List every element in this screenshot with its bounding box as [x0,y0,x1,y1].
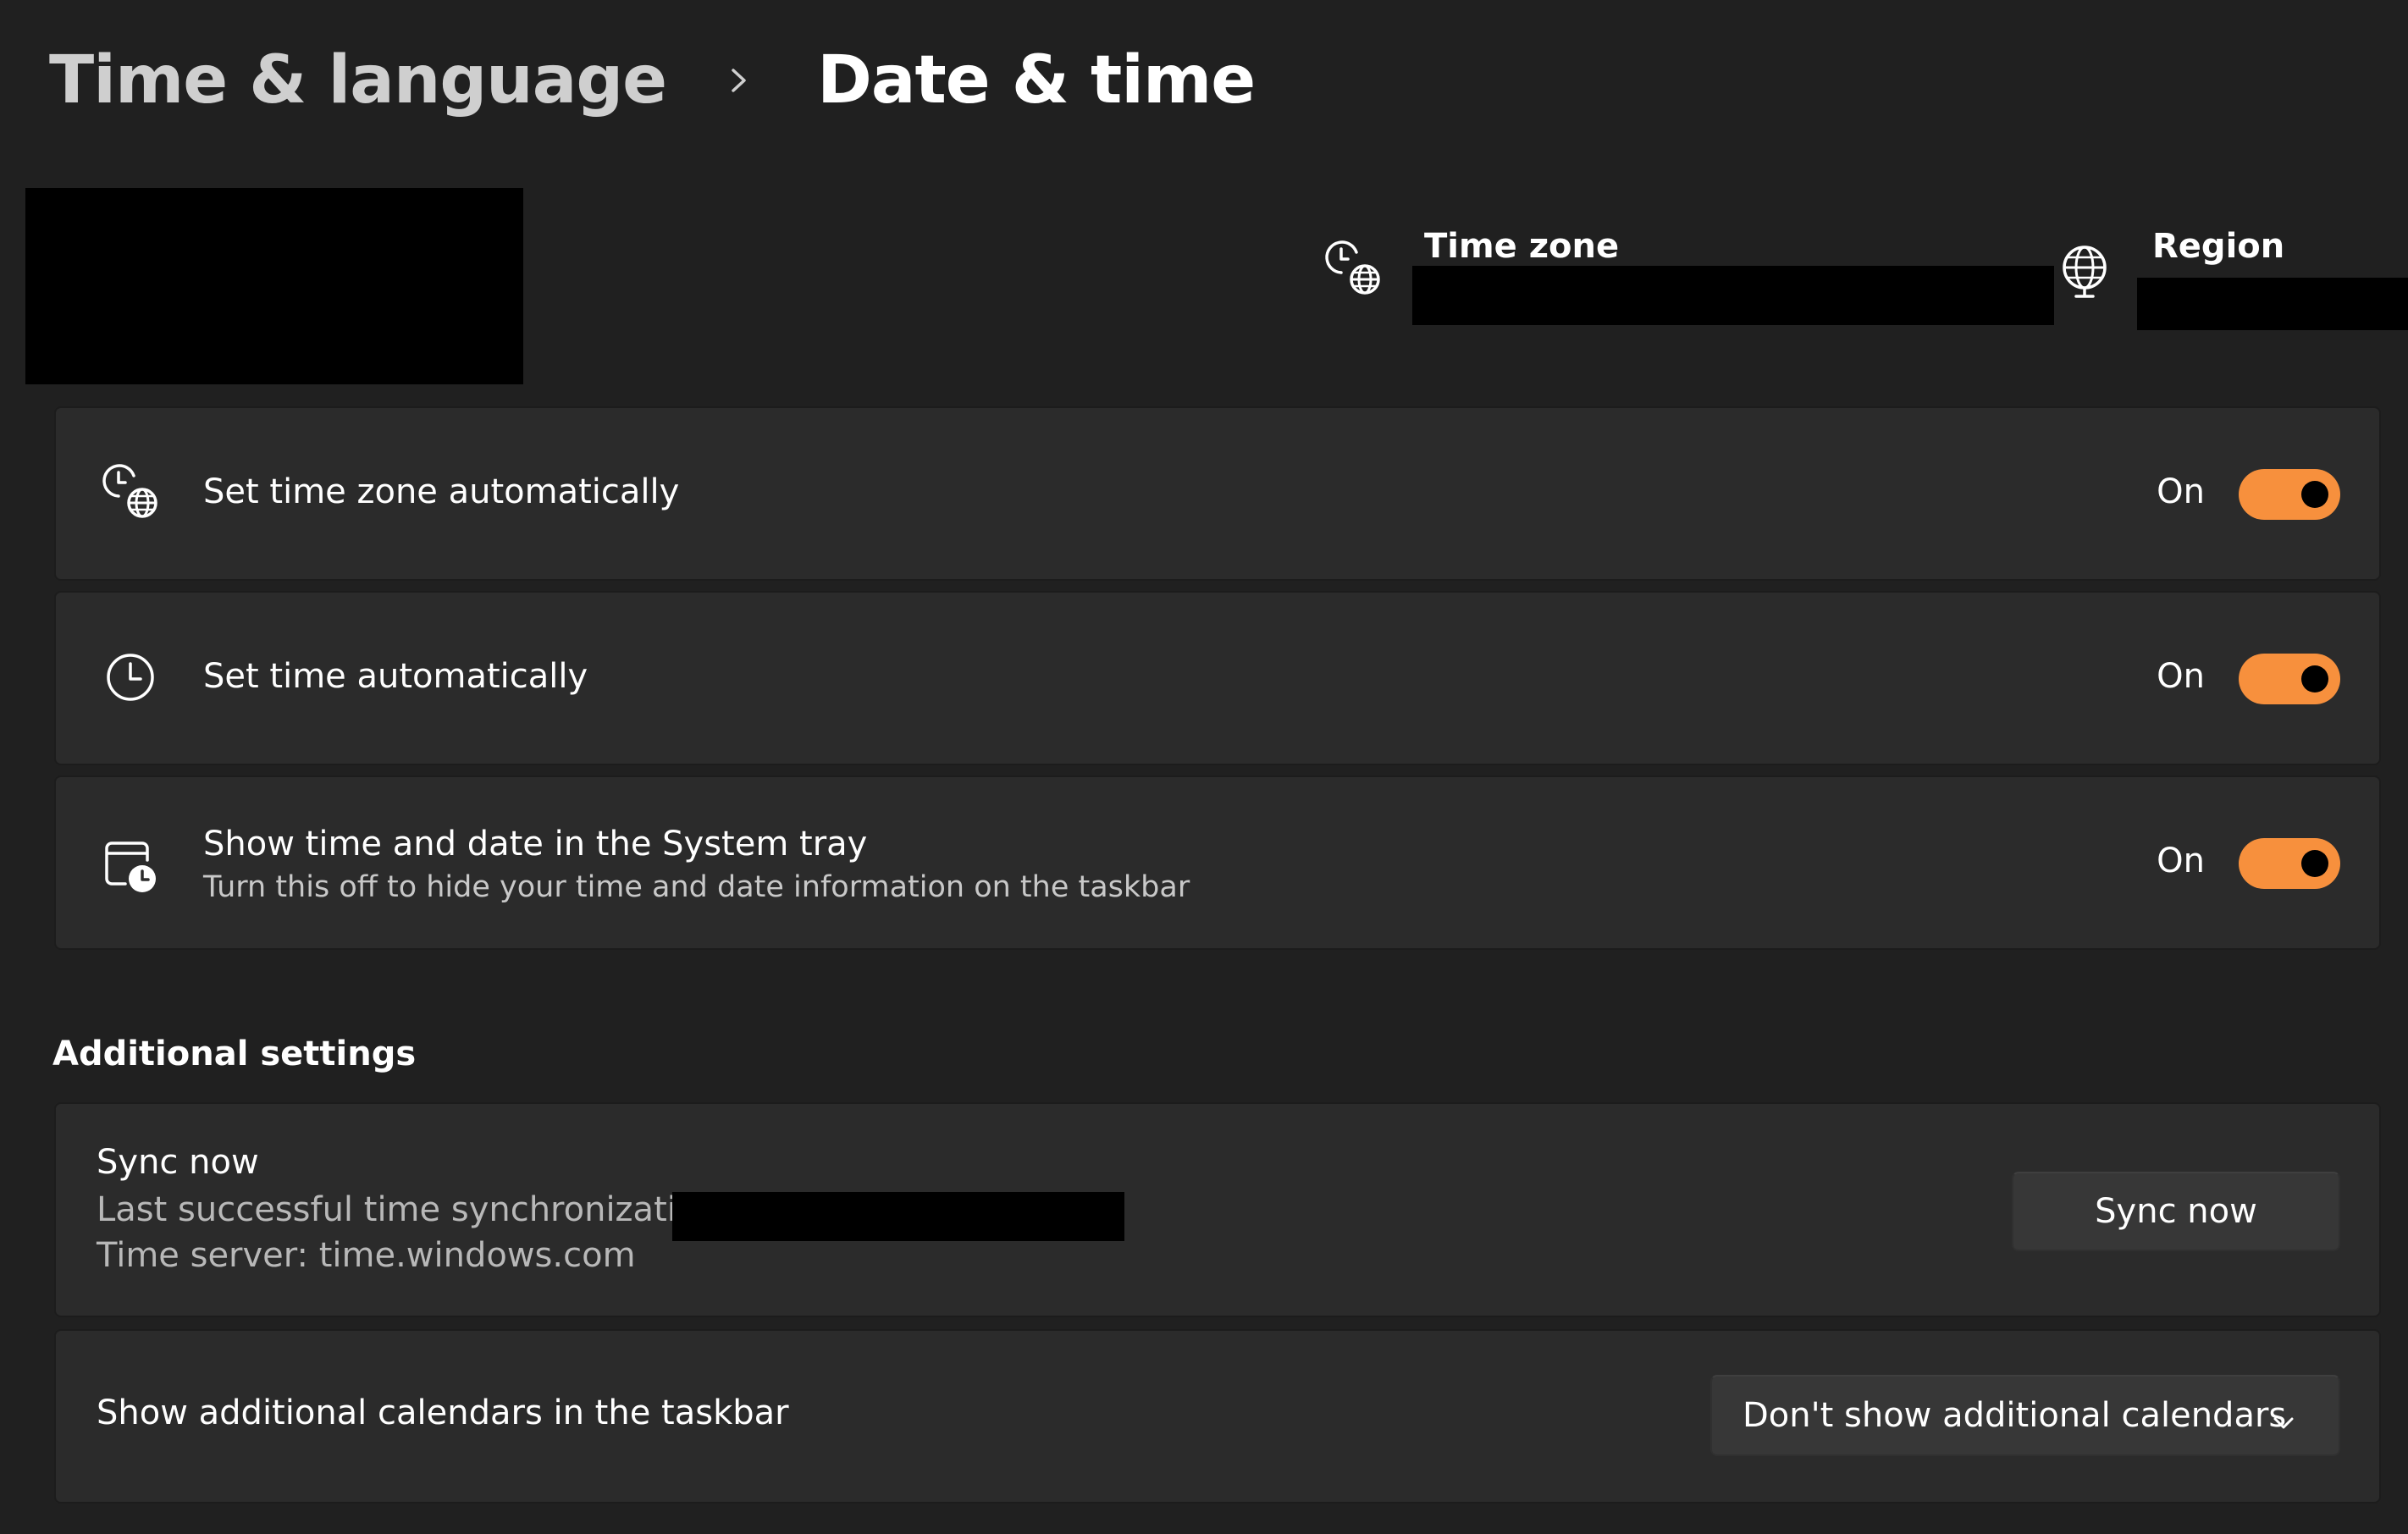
clock-globe-icon [100,461,164,525]
breadcrumb-parent-link[interactable]: Time & language [49,42,667,119]
redacted-time-zone-value [1412,266,2054,325]
time-zone-auto-toggle[interactable] [2239,469,2340,520]
setting-title: Show time and date in the System tray [203,825,868,864]
setting-card-system-tray: Show time and date in the System tray Tu… [54,775,2381,950]
setting-title: Set time zone automatically [203,472,680,511]
time-zone-label: Time zone [1424,227,1620,266]
breadcrumb: Time & language Date & time [49,34,1256,127]
toggle-state-label: On [2157,841,2205,880]
clock-globe-icon [1323,237,1387,301]
globe-icon [2052,237,2117,301]
setting-card-calendars: Show additional calendars in the taskbar… [54,1329,2381,1504]
chevron-right-icon [700,42,776,119]
sync-title: Sync now [97,1143,259,1182]
calendars-dropdown[interactable]: Don't show additional calendars [1710,1375,2340,1456]
redacted-last-sync-time [672,1192,1124,1241]
time-server-label: Time server: time.windows.com [97,1236,636,1275]
region-label: Region [2152,227,2285,266]
dropdown-selected-value: Don't show additional calendars [1742,1396,2287,1435]
redacted-region-value [2137,278,2408,330]
toggle-knob [2301,481,2328,508]
clock-icon [100,647,164,711]
calendars-title: Show additional calendars in the taskbar [97,1393,789,1432]
chevron-down-icon [2271,1405,2296,1431]
toggle-state-label: On [2157,472,2205,511]
setting-card-sync: Sync now Last successful time synchroniz… [54,1102,2381,1317]
page-title: Date & time [817,42,1256,119]
toggle-knob [2301,850,2328,877]
setting-card-time-auto: Set time automatically On [54,591,2381,765]
redacted-current-time [25,188,523,384]
setting-card-time-zone-auto: Set time zone automatically On [54,406,2381,581]
additional-settings-heading: Additional settings [52,1035,417,1073]
system-tray-toggle[interactable] [2239,838,2340,889]
sync-now-button[interactable]: Sync now [2012,1172,2340,1251]
settings-page: Time & language Date & time Time zone Re… [0,0,2408,1534]
setting-subtitle: Turn this off to hide your time and date… [203,870,1190,904]
toggle-state-label: On [2157,657,2205,696]
time-auto-toggle[interactable] [2239,654,2340,704]
calendar-clock-icon [100,835,164,899]
last-sync-label: Last successful time synchronization: [97,1190,731,1229]
toggle-knob [2301,665,2328,693]
setting-title: Set time automatically [203,657,588,696]
